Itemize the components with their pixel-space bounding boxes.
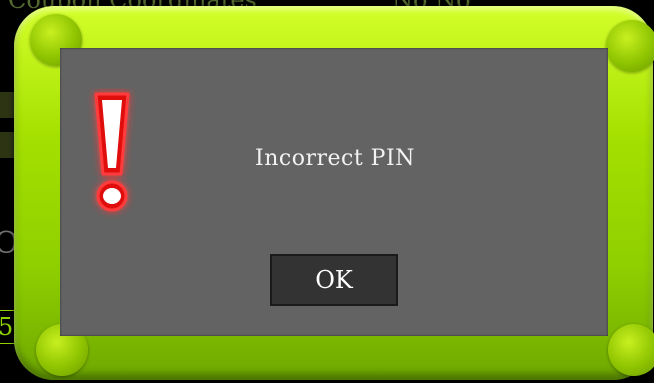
frame-corner-knob bbox=[606, 20, 654, 72]
frame-corner-knob bbox=[608, 324, 654, 376]
dialog-message: Incorrect PIN bbox=[255, 146, 415, 171]
screen: Coupon Coordinates No No O 5 I bbox=[0, 0, 654, 383]
ok-button[interactable]: OK bbox=[270, 254, 398, 306]
exclamation-alert-icon bbox=[82, 88, 142, 218]
